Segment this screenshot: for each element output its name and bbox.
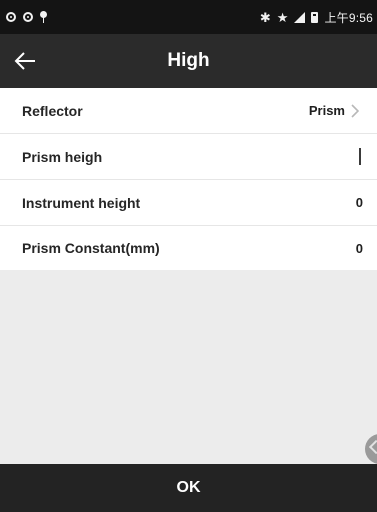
reflector-value-wrap: Prism xyxy=(309,103,363,119)
instrument-height-value[interactable]: 0 xyxy=(356,195,363,210)
reflector-value: Prism xyxy=(308,103,345,118)
ok-button[interactable]: OK xyxy=(0,464,377,512)
reflector-label: Reflector xyxy=(22,102,83,119)
text-cursor xyxy=(359,148,361,165)
bluetooth-icon: ✱ xyxy=(259,9,271,25)
status-bar: ✱ ★ 上午9:56 xyxy=(0,0,377,34)
app-screen: ✱ ★ 上午9:56 High Reflector Prism Prism he… xyxy=(0,0,377,512)
signal-icon xyxy=(294,11,306,23)
circle-notification-icon xyxy=(6,12,16,22)
prism-constant-row[interactable]: Prism Constant(mm) 0 xyxy=(0,226,377,270)
status-left-icons xyxy=(6,11,53,23)
title-bar: High xyxy=(0,34,377,88)
settings-list: Reflector Prism Prism heigh Instrument h… xyxy=(0,88,377,270)
chevron-right-icon xyxy=(351,103,363,119)
status-right-icons: ✱ ★ 上午9:56 xyxy=(260,9,373,26)
location-pin-icon xyxy=(40,11,47,23)
floating-edge-button[interactable] xyxy=(365,434,377,464)
prism-constant-label: Prism Constant(mm) xyxy=(22,240,160,256)
circle-notification-icon xyxy=(23,12,33,22)
instrument-height-row[interactable]: Instrument height 0 xyxy=(0,180,377,226)
status-time: 上午9:56 xyxy=(324,10,373,25)
page-title: High xyxy=(167,50,210,71)
reflector-row[interactable]: Reflector Prism xyxy=(0,88,377,134)
prism-constant-value[interactable]: 0 xyxy=(356,241,363,256)
prism-height-row[interactable]: Prism heigh xyxy=(0,134,377,180)
instrument-height-label: Instrument height xyxy=(22,194,141,211)
prism-height-label: Prism heigh xyxy=(22,148,103,165)
star-icon: ★ xyxy=(276,9,289,25)
prism-height-input[interactable] xyxy=(359,148,363,165)
battery-icon xyxy=(311,11,319,23)
